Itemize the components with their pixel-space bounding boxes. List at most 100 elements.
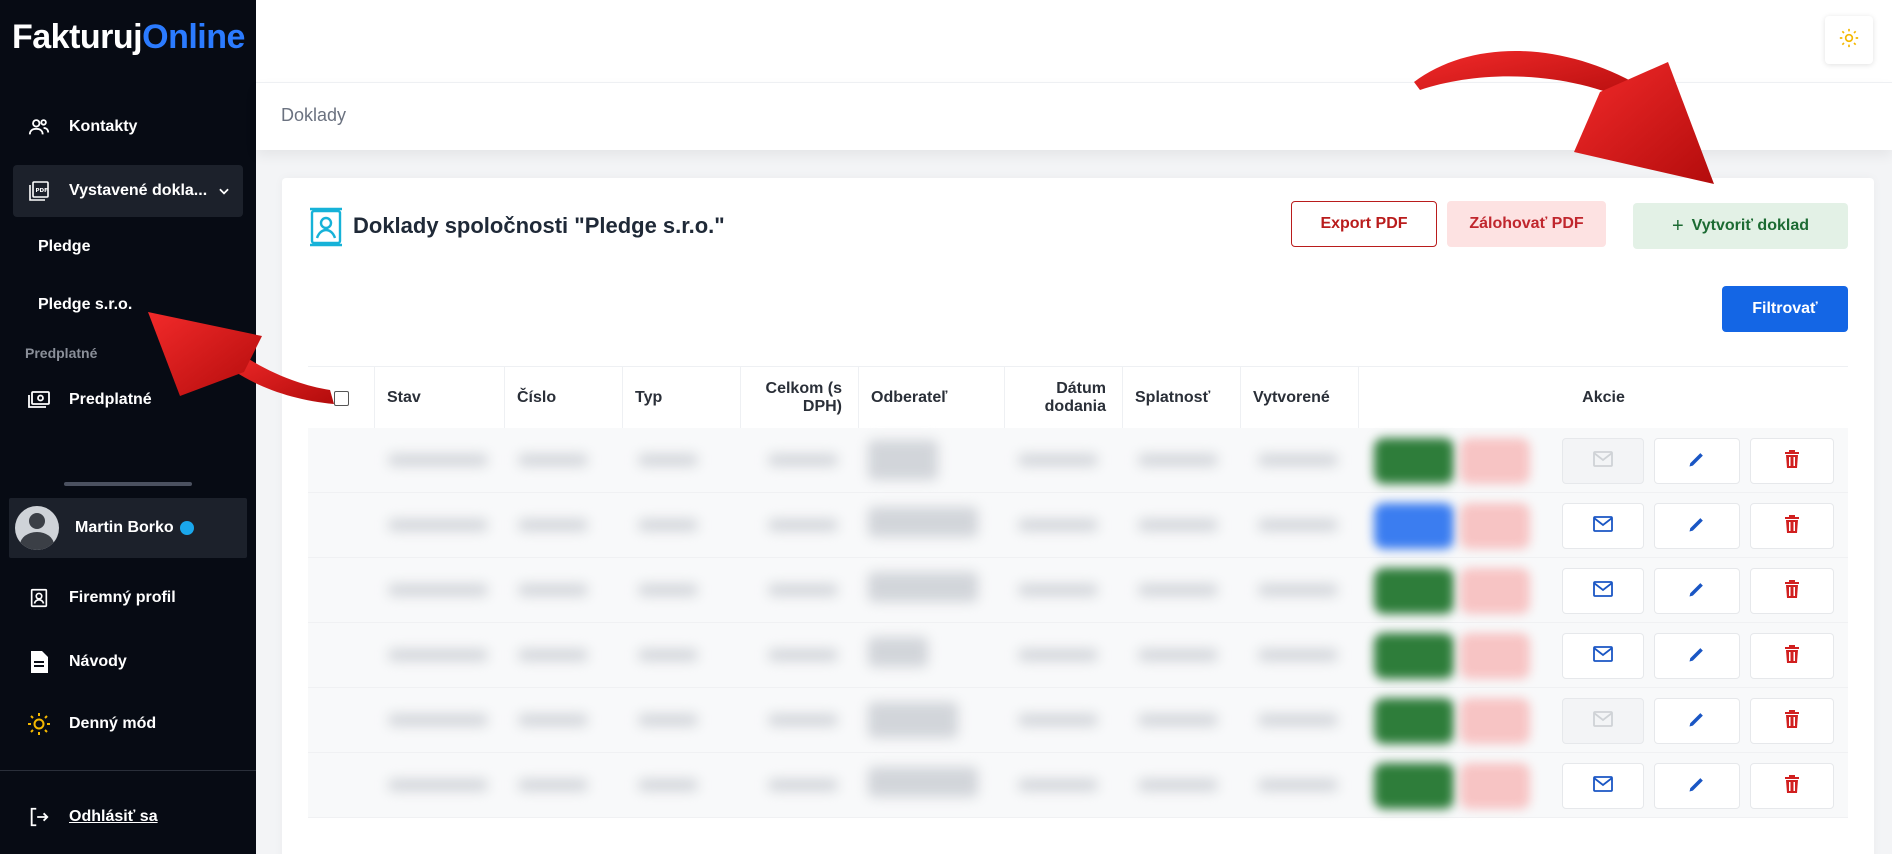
document-icon [27,650,51,674]
pencil-icon [1687,644,1707,669]
email-button[interactable] [1562,633,1644,679]
table-row[interactable] [308,493,1848,558]
sidebar-item-vystavene-doklady[interactable]: PDF Vystavené dokla... [13,165,243,217]
documents-table: Stav Číslo Typ Celkom (s DPH) Odberateľ … [308,366,1848,818]
id-card-icon [27,586,51,610]
delete-button[interactable] [1750,763,1834,809]
mail-icon [1593,515,1613,537]
status-badge [1460,438,1530,484]
plus-icon: + [1671,214,1684,237]
status-badge [1374,503,1454,549]
sidebar-item-denny-mod[interactable]: Denný mód [13,698,243,750]
export-pdf-button[interactable]: Export PDF [1291,201,1437,247]
status-badge [1460,633,1530,679]
breadcrumb-bar: Doklady [256,82,1892,150]
column-header-vytvorene[interactable]: Vytvorené [1240,367,1358,429]
sidebar-item-odhlasit[interactable]: Odhlásiť sa [13,791,243,843]
select-all-checkbox[interactable] [333,390,349,406]
sidebar-item-label: Firemný profil [69,589,176,606]
sidebar-item-label: Návody [69,653,127,670]
logout-link[interactable]: Odhlásiť sa [69,808,158,826]
delete-button[interactable] [1750,503,1834,549]
top-bar [256,0,1892,82]
create-document-button[interactable]: + Vytvoriť doklad [1633,203,1848,249]
column-header-typ[interactable]: Typ [622,367,740,429]
email-button[interactable] [1562,568,1644,614]
trash-icon [1784,579,1800,604]
status-badge [1460,763,1530,809]
column-header-datum-dodania[interactable]: Dátum dodania [1004,367,1122,429]
pencil-icon [1687,774,1707,799]
sidebar-item-navody[interactable]: Návody [13,636,243,688]
avatar [15,506,59,550]
sidebar-subitem-pledge-sro[interactable]: Pledge s.r.o. [38,296,132,314]
delete-button[interactable] [1750,438,1834,484]
table-row[interactable] [308,428,1848,493]
email-button[interactable] [1562,503,1644,549]
sidebar-item-label: Denný mód [69,715,157,732]
column-header-splatnost[interactable]: Splatnosť [1122,367,1240,429]
status-badge [1374,568,1454,614]
backup-pdf-button[interactable]: Zálohovať PDF [1447,201,1606,247]
pencil-icon [1687,449,1707,474]
column-header-odberatel[interactable]: Odberateľ [858,367,1004,429]
table-header: Stav Číslo Typ Celkom (s DPH) Odberateľ … [308,366,1848,429]
theme-toggle-button[interactable] [1825,16,1873,64]
table-row[interactable] [308,688,1848,753]
status-badge [1374,763,1454,809]
status-badge [1374,633,1454,679]
sidebar-item-label: Predplatné [69,391,152,408]
table-body [308,428,1848,818]
table-row[interactable] [308,753,1848,818]
pencil-icon [1687,709,1707,734]
edit-button[interactable] [1654,698,1740,744]
card-title-text: Doklady spoločnosti "Pledge s.r.o." [353,213,725,238]
column-header-cislo[interactable]: Číslo [504,367,622,429]
contact-card-icon [309,205,343,247]
delete-button[interactable] [1750,698,1834,744]
logo-text-part2: Online [142,18,245,56]
page-title: Doklady spoločnosti "Pledge s.r.o." [309,205,725,247]
svg-text:PDF: PDF [36,188,49,194]
edit-button[interactable] [1654,503,1740,549]
app-logo[interactable]: FakturujOnline [12,18,245,57]
user-profile-box[interactable]: Martin Borko [9,498,247,558]
logo-text-part1: Fakturuj [12,18,143,56]
select-all-checkbox-cell [308,367,374,429]
sidebar-divider [64,482,192,486]
sidebar-item-label: Vystavené dokla... [69,182,208,199]
sidebar-section-label: Predplatné [25,345,98,361]
delete-button[interactable] [1750,633,1834,679]
edit-button[interactable] [1654,763,1740,809]
sidebar: FakturujOnline Kontakty PDF Vystavené do… [0,0,256,854]
delete-button[interactable] [1750,568,1834,614]
email-button[interactable] [1562,438,1644,484]
status-badge [1374,438,1454,484]
table-row[interactable] [308,558,1848,623]
column-header-celkom[interactable]: Celkom (s DPH) [740,367,858,429]
mail-icon [1593,580,1613,602]
column-header-stav[interactable]: Stav [374,367,504,429]
table-row[interactable] [308,623,1848,688]
edit-button[interactable] [1654,438,1740,484]
status-badge [1460,568,1530,614]
filter-button[interactable]: Filtrovať [1722,286,1848,332]
sidebar-subitem-pledge[interactable]: Pledge [38,238,90,256]
column-header-akcie: Akcie [1358,367,1848,429]
breadcrumb: Doklady [281,105,347,125]
trash-icon [1784,709,1800,734]
sidebar-divider-line [0,770,256,771]
edit-button[interactable] [1654,633,1740,679]
sidebar-item-kontakty[interactable]: Kontakty [13,101,243,153]
pencil-icon [1687,579,1707,604]
email-button[interactable] [1562,698,1644,744]
status-badge [1460,698,1530,744]
edit-button[interactable] [1654,568,1740,614]
sidebar-item-firemny-profil[interactable]: Firemný profil [13,572,243,624]
mail-icon [1593,710,1613,732]
verified-badge-icon [179,521,194,535]
sidebar-item-predplatne[interactable]: Predplatné [13,374,243,426]
email-button[interactable] [1562,763,1644,809]
pdf-icon: PDF [27,179,51,203]
mail-icon [1593,645,1613,667]
